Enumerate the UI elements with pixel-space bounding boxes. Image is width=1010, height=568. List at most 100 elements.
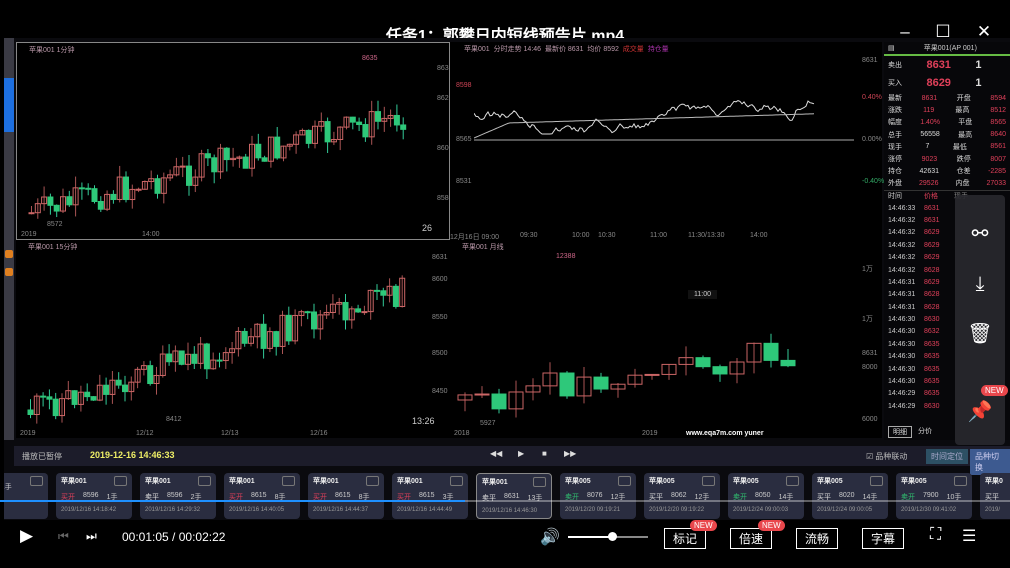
stat-value: 9023 [921, 155, 938, 163]
orange-icon[interactable] [5, 268, 13, 276]
card-date: 2019/12/16 14:46:30 [482, 508, 538, 514]
trade-card[interactable]: 苹果001 卖平 8631 13手 2019/12/16 14:46:30 [476, 473, 552, 519]
trade-cards: 001手14:15:08苹果001买开85961手2019/12/16 14:1… [4, 471, 1010, 521]
card-date: 2019/12/16 14:44:37 [313, 507, 369, 513]
speed-button[interactable]: 倍速 [730, 528, 773, 549]
time-locate-button[interactable]: 时间定位 [926, 449, 968, 464]
comment-icon[interactable] [114, 476, 127, 486]
trade-card[interactable]: 苹果001 买开 8615 3手 2019/12/16 14:44:49 [392, 473, 468, 519]
comment-icon[interactable] [282, 476, 295, 486]
stat-value: 29526 [919, 179, 939, 187]
candle [712, 366, 728, 375]
chart-1min[interactable]: 苹果001 1分钟 8631 8620 8600 8580 2019 14:00… [16, 42, 453, 240]
comment-icon[interactable] [198, 476, 211, 486]
comment-icon[interactable] [954, 476, 967, 486]
comment-icon[interactable] [618, 476, 631, 486]
comment-icon[interactable] [870, 476, 883, 486]
candle [255, 143, 262, 159]
volume-knob[interactable] [608, 532, 617, 541]
chart-intraday[interactable]: 苹果001 分时走势 14:46 最新价 8631 均价 8592 成交量 持仓… [450, 42, 885, 241]
trade-card[interactable]: 苹果005 买平 8020 14手 2019/12/24 09:00:05 [812, 473, 888, 519]
comment-icon[interactable] [702, 476, 715, 486]
chart-monthly[interactable]: 苹果001 月线 1万 1万 8631 8000 6000 2018 2019 … [450, 240, 882, 438]
new-badge: NEW [758, 520, 785, 531]
comment-icon[interactable] [450, 476, 463, 486]
volume-slider[interactable] [568, 532, 648, 541]
trade-card[interactable]: 苹果001 买开 8596 1手 2019/12/16 14:18:42 [56, 473, 132, 519]
share-icon[interactable]: ⚯ [955, 221, 1005, 246]
x-tick: 12/12 [136, 430, 154, 437]
candle [491, 393, 507, 410]
play-icon[interactable]: ▶ [518, 449, 524, 458]
stat-label: 涨跌 [888, 107, 902, 115]
tab-price[interactable]: 分价 [918, 426, 932, 438]
candle [40, 395, 47, 398]
card-date: 2019/12/24 09:00:03 [733, 507, 789, 513]
fullscreen-icon[interactable]: ⛶ [930, 526, 941, 544]
fast-forward-icon[interactable]: ▶▶ [564, 449, 576, 458]
prev-button[interactable]: ⏮ [58, 529, 69, 544]
player-controls: ▶ ⏮ ⏭ 00:01:05 / 00:02:22 🔊 标记 NEW 倍速 NE… [0, 520, 1010, 552]
trade-card[interactable]: 苹果005 卖开 7900 10手 2019/12/30 09:41:02 [896, 473, 972, 519]
quality-button[interactable]: 流畅 [796, 528, 839, 549]
volume-icon[interactable]: 🔊 [540, 527, 560, 547]
card-symbol: 苹果0 [985, 478, 1003, 485]
trade-card[interactable]: 苹果005 买平 8062 12手 2019/12/20 09:19:22 [644, 473, 720, 519]
card-date: 2019/12/16 14:18:42 [61, 507, 117, 513]
rewind-icon[interactable]: ◀◀ [490, 449, 502, 458]
chart-15min[interactable]: 苹果001 15分钟 8631 8600 8550 8500 8450 2019… [16, 240, 450, 438]
sell-row[interactable]: 卖出 8631 1 [884, 56, 1010, 74]
orange-icon[interactable] [5, 250, 13, 258]
candle [84, 391, 91, 398]
mark-button[interactable]: 标记 [664, 528, 707, 549]
progress-bar[interactable] [0, 500, 1010, 502]
y-tick: 8600 [432, 276, 448, 283]
download-icon[interactable]: ⤓ [955, 273, 1005, 296]
candle [122, 384, 128, 393]
stat-value: 7 [925, 143, 930, 151]
tick-time: 14:46:31 [888, 291, 916, 299]
trade-card[interactable]: 001手14:15:08 [4, 473, 48, 519]
tick-time: 14:46:32 [888, 266, 916, 274]
trade-card[interactable]: 苹果005 卖开 8050 14手 2019/12/24 09:00:03 [728, 473, 804, 519]
stop-icon[interactable]: ■ [542, 449, 547, 458]
left-tab-active[interactable] [4, 78, 14, 132]
comment-icon[interactable] [30, 476, 43, 486]
stat-value: 8512 [990, 106, 1006, 114]
candle [91, 188, 98, 202]
stat-label: 开盘 [956, 95, 971, 103]
next-button[interactable]: ⏭ [86, 529, 97, 544]
progress-fill [0, 500, 465, 502]
time-tooltip: 11:00 [688, 290, 717, 299]
y-tick-right: -0.40% [862, 178, 885, 185]
candle [305, 129, 312, 144]
y-tick: 1万 [862, 266, 873, 273]
tab-detail[interactable]: 明细 [888, 426, 912, 438]
trade-card[interactable]: 苹果005 卖开 8076 12手 2019/12/20 09:19:21 [560, 473, 636, 519]
trade-card[interactable]: 苹果0 买平 2019/ [980, 473, 1010, 519]
link-checkbox[interactable]: ☑ 品种联动 [866, 451, 907, 462]
subtitle-button[interactable]: 字幕 [862, 528, 905, 549]
y-tick: 8631 [432, 254, 448, 261]
trade-card[interactable]: 苹果001 买开 8615 8手 2019/12/16 14:44:37 [308, 473, 384, 519]
trade-card[interactable]: 苹果001 卖平 8596 2手 2019/12/16 14:29:32 [140, 473, 216, 519]
pin-icon[interactable]: 📌 [955, 399, 1005, 424]
tick-time: 14:46:30 [888, 353, 916, 361]
comment-icon[interactable] [786, 476, 799, 486]
delete-icon[interactable]: 🗑 [955, 321, 1005, 346]
new-badge: NEW [981, 385, 1008, 396]
card-date: 2019/ [985, 507, 1001, 513]
candle [324, 121, 331, 143]
buy-row[interactable]: 买入 8629 1 [884, 74, 1010, 92]
total-time: 00:02:22 [178, 530, 226, 544]
stat-label: 最新 [888, 95, 902, 103]
playlist-icon[interactable]: ☰ [962, 526, 976, 546]
sell-label: 卖出 [888, 62, 902, 69]
trade-card[interactable]: 苹果001 买开 8615 8手 2019/12/16 14:40:05 [224, 473, 300, 519]
play-button[interactable]: ▶ [20, 526, 33, 546]
stat-label: 最低 [952, 143, 967, 151]
quote-icon[interactable]: ▤ [888, 44, 895, 52]
candle [66, 196, 73, 206]
comment-icon[interactable] [366, 476, 379, 486]
comment-icon[interactable] [533, 477, 546, 487]
